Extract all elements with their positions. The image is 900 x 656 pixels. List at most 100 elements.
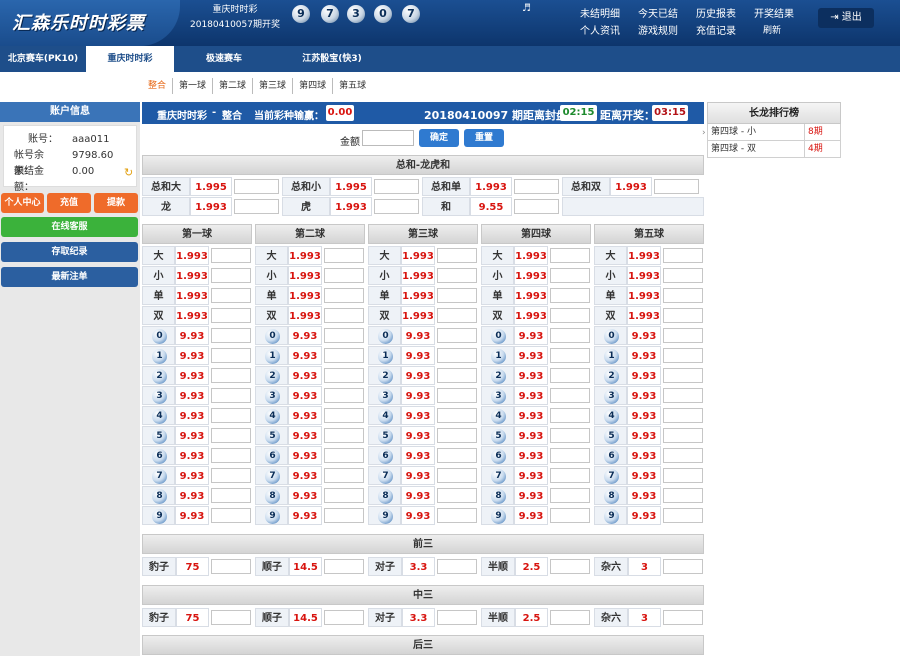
bet-input[interactable] bbox=[550, 288, 590, 303]
bet-input[interactable] bbox=[663, 408, 703, 423]
bet-input[interactable] bbox=[663, 308, 703, 323]
withdraw-button[interactable]: 提款 bbox=[94, 193, 138, 213]
link-unsettled[interactable]: 未结明细 bbox=[580, 5, 620, 20]
bet-input[interactable] bbox=[663, 388, 703, 403]
dragon-tiger-input[interactable] bbox=[374, 199, 419, 214]
bet-input[interactable] bbox=[211, 448, 251, 463]
bet-input[interactable] bbox=[437, 428, 477, 443]
bet-input[interactable] bbox=[437, 368, 477, 383]
deposit-records-button[interactable]: 存取纪录 bbox=[1, 242, 138, 262]
bet-input[interactable] bbox=[550, 308, 590, 323]
personal-center-button[interactable]: 个人中心 bbox=[1, 193, 44, 213]
bet-input[interactable] bbox=[324, 348, 364, 363]
bet-input[interactable] bbox=[437, 468, 477, 483]
bet-input[interactable] bbox=[437, 268, 477, 283]
bet-input[interactable] bbox=[437, 408, 477, 423]
bet-input[interactable] bbox=[663, 468, 703, 483]
sum-input[interactable] bbox=[374, 179, 419, 194]
dragon-tiger-input[interactable] bbox=[514, 199, 559, 214]
refresh-icon[interactable]: ↻ bbox=[124, 165, 133, 181]
bet-input[interactable] bbox=[324, 288, 364, 303]
subtab-ball-5[interactable]: 第五球 bbox=[332, 78, 372, 94]
tab-cqssc[interactable]: 重庆时时彩 bbox=[86, 46, 174, 72]
bet-input[interactable] bbox=[550, 428, 590, 443]
bet-input[interactable] bbox=[324, 448, 364, 463]
bet-input[interactable] bbox=[437, 488, 477, 503]
link-game-rules[interactable]: 游戏规则 bbox=[638, 22, 678, 37]
bet-input[interactable] bbox=[211, 308, 251, 323]
bet-input[interactable] bbox=[324, 428, 364, 443]
bet-input[interactable] bbox=[663, 428, 703, 443]
bet-input[interactable] bbox=[324, 508, 364, 523]
bet-input[interactable] bbox=[550, 408, 590, 423]
combo-input[interactable] bbox=[211, 610, 251, 625]
bet-input[interactable] bbox=[550, 268, 590, 283]
bet-input[interactable] bbox=[324, 468, 364, 483]
bet-input[interactable] bbox=[663, 288, 703, 303]
bet-input[interactable] bbox=[324, 408, 364, 423]
bet-input[interactable] bbox=[663, 328, 703, 343]
online-service-button[interactable]: 在线客服 bbox=[1, 217, 138, 237]
bet-input[interactable] bbox=[663, 348, 703, 363]
bet-input[interactable] bbox=[663, 368, 703, 383]
bet-input[interactable] bbox=[663, 268, 703, 283]
bet-input[interactable] bbox=[550, 368, 590, 383]
speaker-icon[interactable]: ♬ bbox=[522, 3, 531, 14]
subtab-ball-4[interactable]: 第四球 bbox=[292, 78, 332, 94]
bet-input[interactable] bbox=[211, 508, 251, 523]
bet-input[interactable] bbox=[211, 468, 251, 483]
bet-input[interactable] bbox=[211, 488, 251, 503]
bet-input[interactable] bbox=[550, 468, 590, 483]
bet-input[interactable] bbox=[324, 328, 364, 343]
subtab-all[interactable]: 整合 bbox=[142, 78, 172, 94]
reset-button[interactable]: 重置 bbox=[464, 129, 504, 147]
bet-input[interactable] bbox=[437, 308, 477, 323]
sum-input[interactable] bbox=[234, 179, 279, 194]
bet-input[interactable] bbox=[324, 488, 364, 503]
bet-input[interactable] bbox=[550, 448, 590, 463]
bet-input[interactable] bbox=[211, 428, 251, 443]
subtab-ball-3[interactable]: 第三球 bbox=[252, 78, 292, 94]
bet-input[interactable] bbox=[663, 248, 703, 263]
bet-input[interactable] bbox=[324, 388, 364, 403]
bet-input[interactable] bbox=[211, 248, 251, 263]
combo-input[interactable] bbox=[550, 610, 590, 625]
bet-input[interactable] bbox=[550, 348, 590, 363]
bet-input[interactable] bbox=[437, 448, 477, 463]
combo-input[interactable] bbox=[437, 559, 477, 574]
logout-button[interactable]: ⇥ 退出 bbox=[818, 8, 874, 28]
bet-input[interactable] bbox=[324, 368, 364, 383]
bet-input[interactable] bbox=[211, 408, 251, 423]
bet-input[interactable] bbox=[550, 328, 590, 343]
refresh-link[interactable]: 刷新 bbox=[763, 23, 781, 36]
bet-input[interactable] bbox=[437, 388, 477, 403]
link-profile[interactable]: 个人资讯 bbox=[580, 22, 620, 37]
bet-input[interactable] bbox=[324, 268, 364, 283]
bet-input[interactable] bbox=[324, 248, 364, 263]
link-history-report[interactable]: 历史报表 bbox=[696, 5, 736, 20]
bet-input[interactable] bbox=[211, 388, 251, 403]
bet-input[interactable] bbox=[663, 488, 703, 503]
bet-input[interactable] bbox=[211, 368, 251, 383]
bet-input[interactable] bbox=[663, 508, 703, 523]
bet-input[interactable] bbox=[550, 508, 590, 523]
bet-input[interactable] bbox=[437, 328, 477, 343]
confirm-button[interactable]: 确定 bbox=[419, 129, 459, 147]
link-draw-results[interactable]: 开奖结果 bbox=[754, 5, 794, 20]
subtab-ball-2[interactable]: 第二球 bbox=[212, 78, 252, 94]
bet-input[interactable] bbox=[324, 308, 364, 323]
bet-input[interactable] bbox=[550, 248, 590, 263]
bet-input[interactable] bbox=[437, 248, 477, 263]
bet-input[interactable] bbox=[437, 508, 477, 523]
bet-input[interactable] bbox=[211, 288, 251, 303]
link-recharge-history[interactable]: 充值记录 bbox=[696, 22, 736, 37]
amount-input[interactable] bbox=[362, 130, 414, 146]
combo-input[interactable] bbox=[663, 559, 703, 574]
subtab-ball-1[interactable]: 第一球 bbox=[172, 78, 212, 94]
bet-input[interactable] bbox=[437, 288, 477, 303]
combo-input[interactable] bbox=[437, 610, 477, 625]
bet-input[interactable] bbox=[211, 348, 251, 363]
bet-input[interactable] bbox=[437, 348, 477, 363]
bet-input[interactable] bbox=[550, 488, 590, 503]
bet-input[interactable] bbox=[211, 268, 251, 283]
